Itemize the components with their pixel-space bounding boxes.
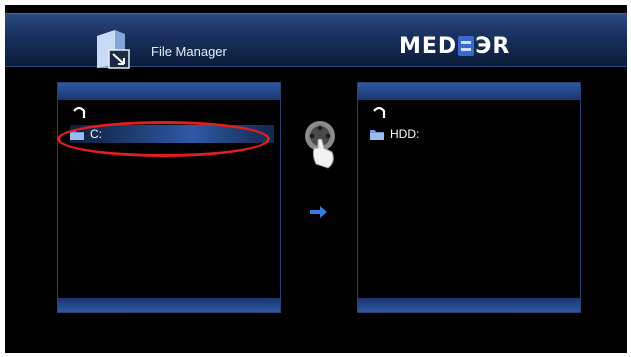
header-bar: File Manager MED ЭR	[5, 13, 627, 69]
panel-header-bar	[358, 83, 580, 100]
remote-hand-icon	[305, 121, 335, 169]
screen: File Manager MED ЭR C: HDD:	[5, 5, 627, 353]
brand-logo: MED ЭR	[399, 32, 510, 60]
list-item-c-drive[interactable]: C:	[70, 125, 274, 143]
left-file-panel[interactable]: C:	[57, 82, 281, 313]
brand-logo-right: ЭR	[475, 33, 511, 59]
page-title: File Manager	[151, 44, 227, 59]
brand-logo-left: MED	[399, 33, 458, 59]
panel-footer-bar	[58, 298, 280, 312]
brand-logo-mark	[458, 36, 475, 56]
panel-header-bar	[58, 83, 280, 100]
folder-icon	[70, 130, 84, 140]
list-item-hdd[interactable]: HDD:	[370, 125, 574, 143]
file-manager-icon	[97, 30, 130, 69]
panel-footer-bar	[358, 298, 580, 312]
parent-folder-icon[interactable]	[372, 105, 386, 119]
list-item-label: HDD:	[390, 127, 420, 141]
right-file-panel[interactable]: HDD:	[357, 82, 581, 313]
parent-folder-icon[interactable]	[72, 105, 86, 119]
list-item-label: C:	[90, 127, 102, 141]
arrow-right-icon	[310, 206, 327, 218]
folder-icon	[370, 130, 384, 140]
